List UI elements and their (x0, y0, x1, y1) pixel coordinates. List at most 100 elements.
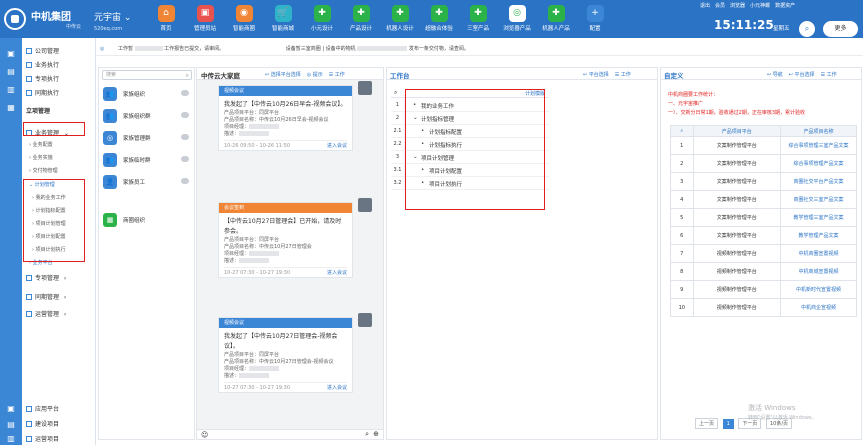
message-card[interactable]: 会议签到 【中传云10月27日管理会】已开始，请及时参会。 产品项目平台：同屏平台产… (218, 202, 353, 278)
column-header[interactable]: 产品项目平台 (692, 125, 781, 137)
project-name-cell[interactable]: 中机新时代宣置视频 (779, 280, 858, 299)
top-link[interactable]: 退出 (700, 3, 710, 9)
project-name-cell[interactable]: 教学管理三室产品文案 (779, 208, 858, 227)
table-row[interactable]: 5 文案制作管理平台 教学管理三室产品文案 (670, 208, 858, 227)
message-card[interactable]: 视频会议 我发起了【中传云10月26日早会-视频会议】。 产品项目平台：同屏平台 产品… (218, 85, 353, 151)
org-list-item[interactable]: ◎ 家族管理群 (99, 127, 194, 149)
platform-cell[interactable]: 视频制作管理平台 (692, 280, 781, 299)
sidebar-item[interactable]: 专项管理 › (22, 272, 96, 285)
app-product-design[interactable]: ✚ 产品设计 (341, 3, 381, 37)
business-rail-icon[interactable]: ▤ (3, 64, 19, 80)
org-list-item[interactable]: ▦ 商圈组织 (99, 209, 194, 231)
sidebar-item[interactable]: 同期执行 (22, 87, 96, 100)
project-name-cell[interactable]: 中机商企宣视频 (779, 298, 858, 317)
chat-action-link[interactable]: ◎ 提示 (307, 72, 323, 78)
prev-page-button[interactable]: 上一页 (695, 418, 719, 429)
notice-item[interactable]: 工作暂 工作报告已提交，请审阅。 (118, 46, 224, 52)
custom-action-link[interactable]: ↩ 平台选择 (789, 72, 815, 78)
page-number[interactable]: 1 (722, 419, 734, 429)
chat-input-bar[interactable]: ☺ ⌕ ⊕ (197, 429, 383, 439)
workbench-action-link[interactable]: ☰ 工作 (615, 72, 631, 78)
table-row[interactable]: 4 文案制作管理平台 商圈社交三室产品文案 (670, 190, 858, 209)
enter-meeting-link[interactable]: 进入会议 (327, 269, 347, 277)
app-robot-design[interactable]: ✚ 机器人设计 (380, 3, 420, 37)
table-row[interactable]: 3 文案制作管理平台 商圈社交平台产品文案 (670, 172, 858, 191)
table-row[interactable]: 9 视频制作管理平台 中机新时代宣置视频 (670, 280, 858, 299)
org-list-item[interactable]: 👥 家族组织 (99, 83, 194, 105)
table-row[interactable]: 10 视频制作管理平台 中机商企宣视频 (670, 298, 858, 317)
app-xiaoyuan-design[interactable]: ✚ 小元设计 (302, 3, 342, 37)
project-name-cell[interactable]: 教学管理产品文案 (779, 226, 858, 245)
sidebar-item[interactable]: › 业务实施 (22, 152, 96, 165)
search-icon[interactable]: ⌕ (394, 89, 397, 97)
platform-cell[interactable]: 文案制作管理平台 (692, 208, 781, 227)
app-smart-mall[interactable]: 🛒 智能商城 (263, 3, 303, 37)
search-icon[interactable]: ⌕ (365, 430, 369, 439)
sidebar-bottom-item[interactable]: 应用平台 (22, 403, 96, 416)
app-robot-product[interactable]: ✚ 机器人产品 (536, 3, 576, 37)
column-header[interactable]: 产品项目名称 (779, 125, 858, 137)
global-search-button[interactable]: ⌕ (799, 21, 815, 37)
brand[interactable]: 中机集团 中传云 元宇宙 ⌄ 520eq.com (4, 4, 144, 34)
platform-cell[interactable]: 视频制作管理平台 (692, 298, 781, 317)
more-button[interactable]: 更多 (823, 21, 858, 37)
org-list-item[interactable]: 👤 家族员工 (99, 171, 194, 193)
sidebar-bottom-item[interactable]: 建设项目 (22, 418, 96, 431)
platform-cell[interactable]: 文案制作管理平台 (692, 190, 781, 209)
top-link[interactable]: 小元神螺 (750, 3, 770, 9)
table-search-cell[interactable]: ⌕ (670, 125, 694, 137)
app-smart-business[interactable]: ◉ 智能商圈 (224, 3, 264, 37)
home-rail-icon[interactable]: ▣ (3, 46, 19, 62)
top-link[interactable]: 数据资产 (775, 3, 795, 9)
platform-cell[interactable]: 文案制作管理平台 (692, 172, 781, 191)
app-home[interactable]: ⌂ 首页 (146, 3, 186, 37)
app-config[interactable]: + 配置 (575, 3, 615, 37)
table-row[interactable]: 8 视频制作管理平台 中机商城宣置视频 (670, 262, 858, 281)
project-name-cell[interactable]: 综合事项管理三室产品文案 (779, 136, 858, 155)
table-row[interactable]: 1 文案制作管理平台 综合事项管理三室产品文案 (670, 136, 858, 155)
sidebar-item[interactable]: 立项管理 (22, 105, 96, 118)
sync-rail-icon[interactable]: ▦ (3, 100, 19, 116)
sidebar-item[interactable]: 专项执行 (22, 73, 96, 86)
sidebar-item[interactable]: › 业务配置 (22, 139, 96, 152)
app-hyper-converged[interactable]: ✚ 超融合体验 (419, 3, 459, 37)
org-list-item[interactable]: 👥 家族组织群 (99, 105, 194, 127)
platform-cell[interactable]: 视频制作管理平台 (692, 244, 781, 263)
enter-meeting-link[interactable]: 进入会议 (327, 142, 347, 150)
platform-cell[interactable]: 文案制作管理平台 (692, 136, 781, 155)
table-row[interactable]: 6 文案制作管理平台 教学管理产品文案 (670, 226, 858, 245)
project-name-cell[interactable]: 中机商城宣置视频 (779, 262, 858, 281)
chat-action-link[interactable]: ↩ 选择平台选择 (265, 72, 301, 78)
project-name-cell[interactable]: 综合事项管理产品文案 (779, 154, 858, 173)
message-card[interactable]: 视频会议 我发起了【中传云10月27日管理会-视频会议】。 产品项目平台：同屏平台产… (218, 317, 353, 393)
table-row[interactable]: 2 文案制作管理平台 综合事项管理产品文案 (670, 154, 858, 173)
custom-action-link[interactable]: ☰ 工作 (821, 72, 837, 78)
table-row[interactable]: 7 视频制作管理平台 中机商圈宣置视频 (670, 244, 858, 263)
org-search-input[interactable]: 搜索 ⌕ (102, 70, 192, 80)
sidebar-item[interactable]: 业务执行 (22, 59, 96, 72)
add-icon[interactable]: ⊕ (373, 430, 379, 438)
notice-item-2[interactable]: 设备暂三室商圈 | 设备中的物机 发布一条交付物，请查阅。 (286, 46, 469, 52)
app-rail-icon[interactable]: ▣ (3, 401, 19, 417)
platform-cell[interactable]: 文案制作管理平台 (692, 154, 781, 173)
platform-cell[interactable]: 视频制作管理平台 (692, 262, 781, 281)
org-list-item[interactable]: 👥 家族临时群 (99, 149, 194, 171)
chat-action-link[interactable]: ☰ 工作 (329, 72, 345, 78)
workbench-action-link[interactable]: ↩ 平台选择 (583, 72, 609, 78)
metaverse-dropdown[interactable]: 元宇宙 ⌄ (94, 10, 131, 23)
app-three-room-product[interactable]: ✚ 三室产品 (458, 3, 498, 37)
platform-cell[interactable]: 文案制作管理平台 (692, 226, 781, 245)
top-link[interactable]: 浏览器 (730, 3, 745, 9)
sidebar-item[interactable]: 运营管理 › (22, 308, 96, 321)
sidebar-item[interactable]: 同期管理 › (22, 291, 96, 304)
project-name-cell[interactable]: 商圈社交平台产品文案 (779, 172, 858, 191)
top-link[interactable]: 会员 (715, 3, 725, 9)
custom-action-link[interactable]: ↩ 导航 (767, 72, 783, 78)
project-rail-icon[interactable]: ▥ (3, 82, 19, 98)
project-name-cell[interactable]: 中机商圈宣置视频 (779, 244, 858, 263)
sidebar-item[interactable]: 公司管理 (22, 45, 96, 58)
app-admin-station[interactable]: ▣ 管理员站 (185, 3, 225, 37)
emoji-icon[interactable]: ☺ (201, 431, 208, 439)
app-browser-product[interactable]: ◎ 浏览器产品 (497, 3, 537, 37)
project-name-cell[interactable]: 商圈社交三室产品文案 (779, 190, 858, 209)
